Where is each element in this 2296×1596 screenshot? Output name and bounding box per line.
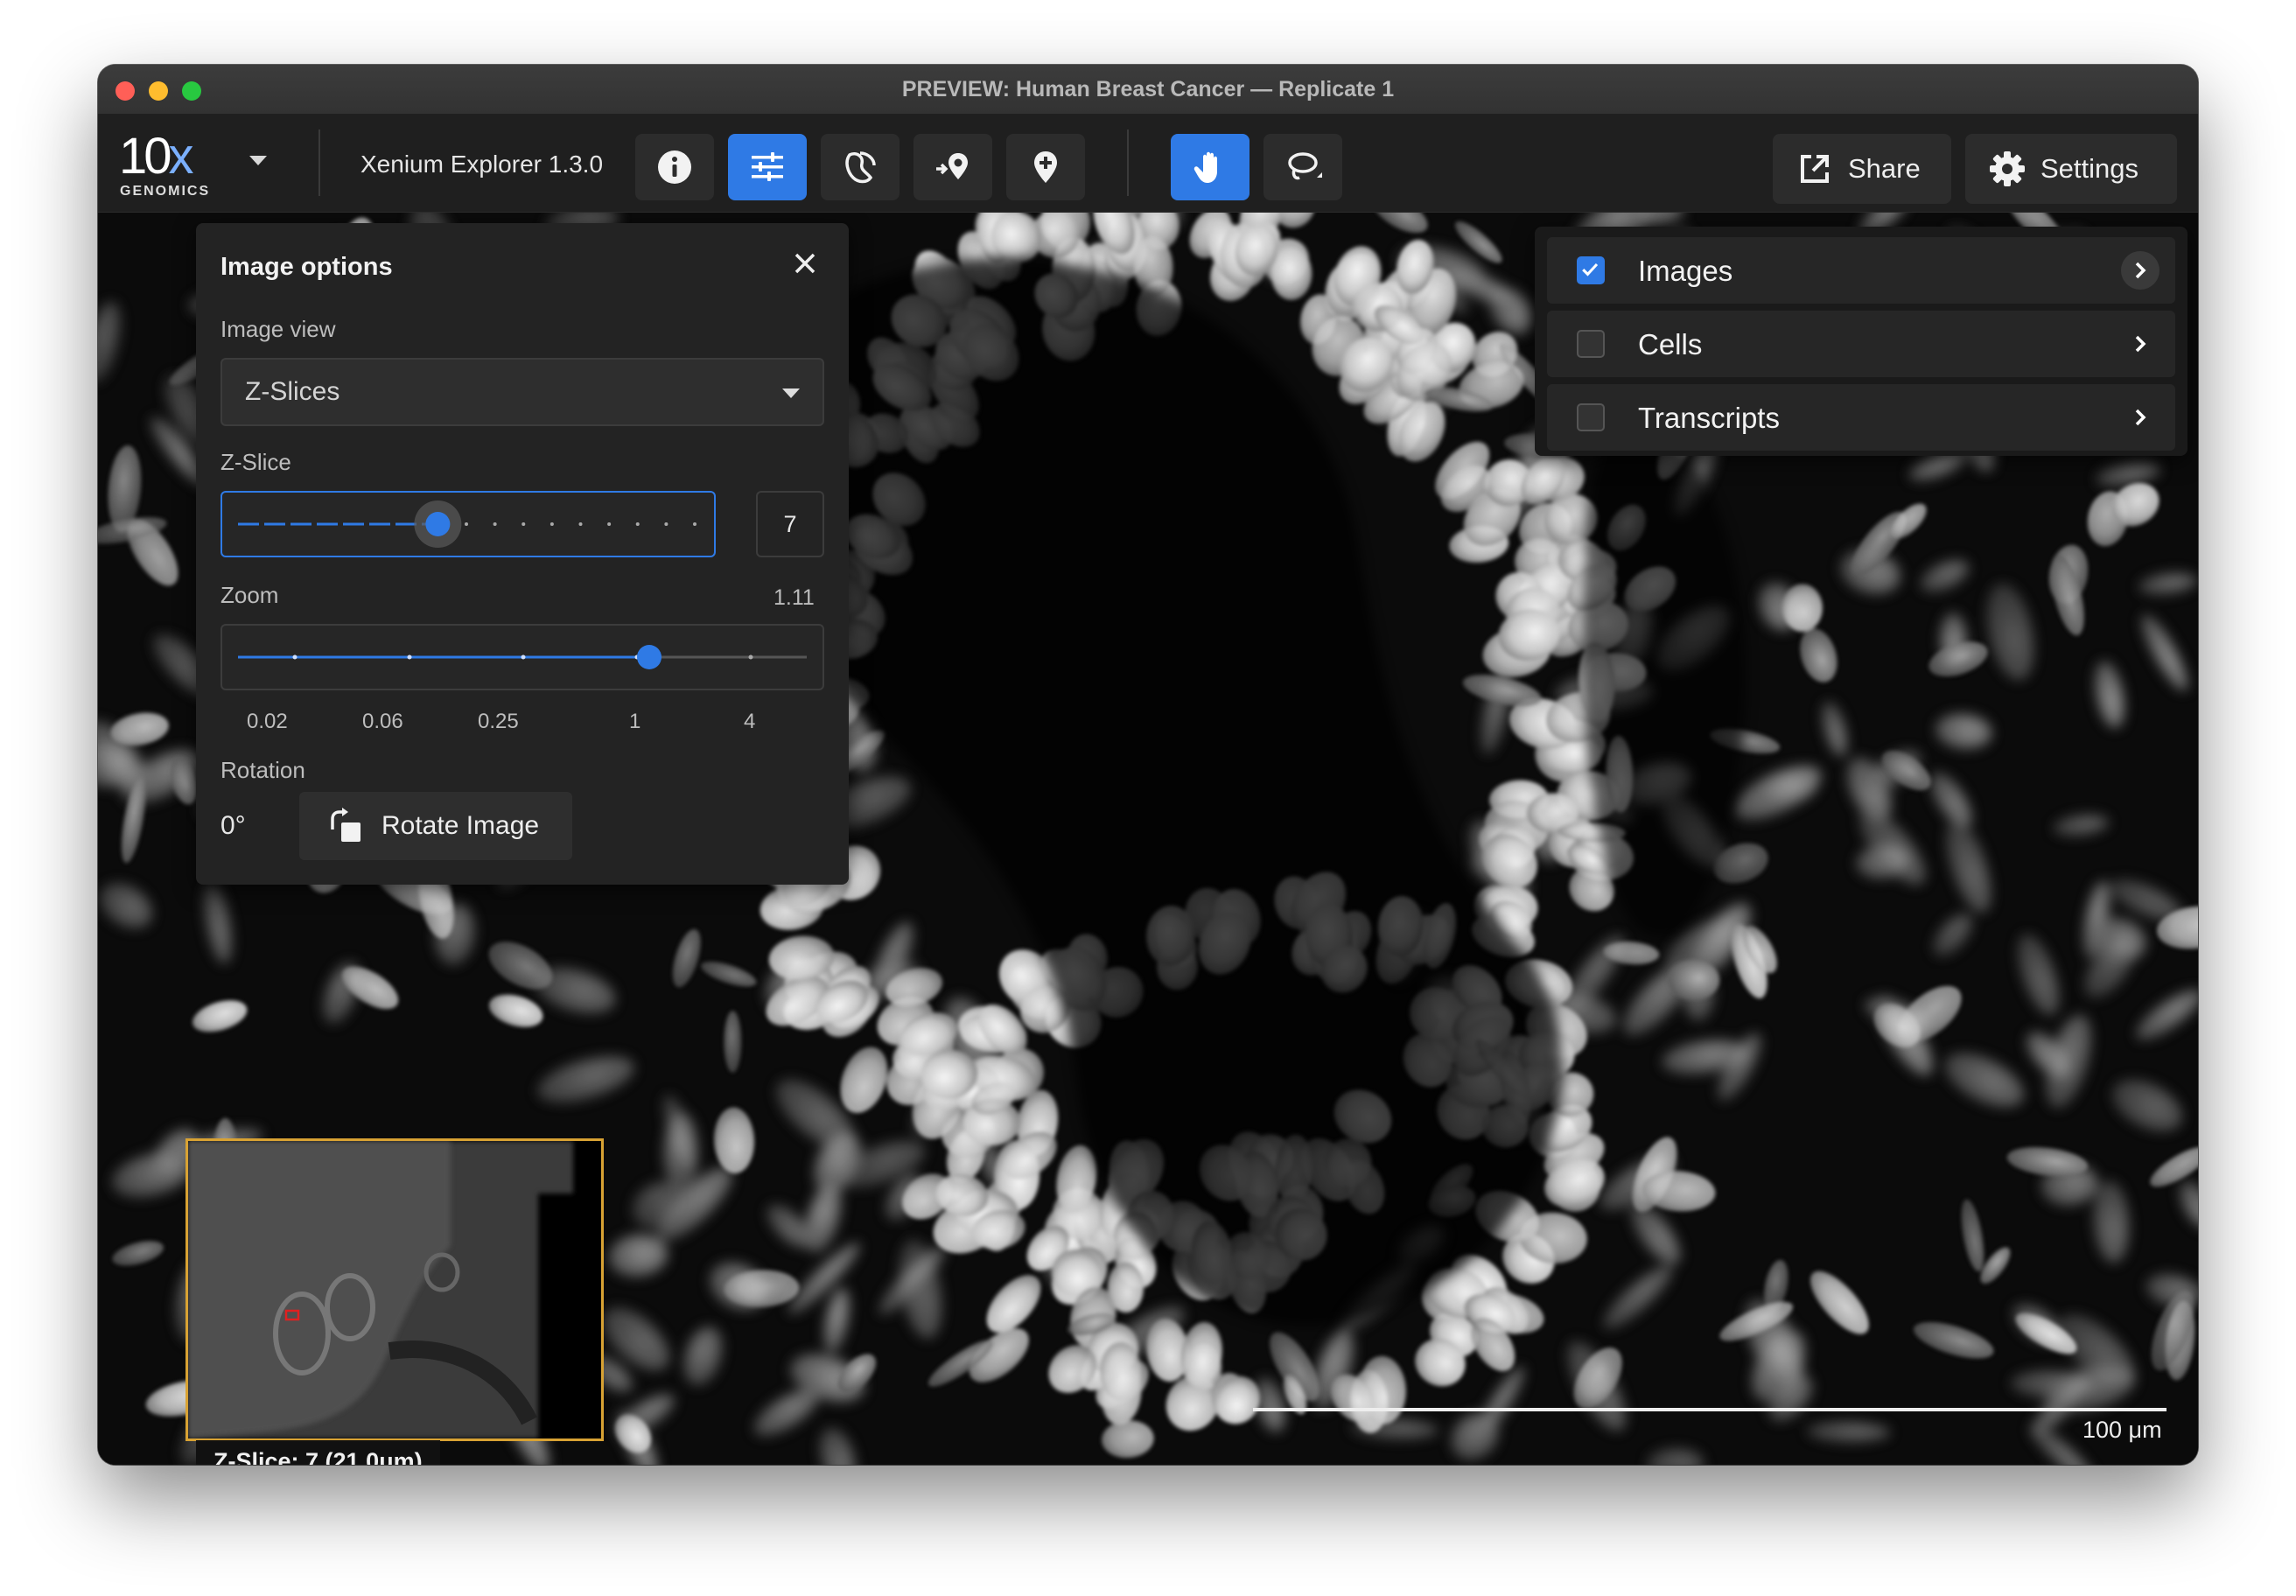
zoom-track <box>238 645 807 669</box>
image-options-button[interactable] <box>728 134 807 200</box>
toolbar: 10x GENOMICS Xenium Explorer 1.3.0 Share… <box>98 114 2198 213</box>
zslice-slider[interactable] <box>220 491 716 557</box>
image-view-value: Z-Slices <box>245 377 340 406</box>
layers-panel: Images Cells Transcripts <box>1535 227 2188 456</box>
chevron-right-icon[interactable] <box>2121 251 2160 290</box>
cell-segmentation-button[interactable] <box>821 134 900 200</box>
cell-segment-icon <box>845 151 876 184</box>
zoom-tick-label: 4 <box>744 710 756 733</box>
rotate-image-button[interactable]: Rotate Image <box>299 792 572 860</box>
chevron-right-glyph <box>2135 262 2146 279</box>
gear-icon <box>1990 151 2025 186</box>
add-pin-button[interactable] <box>1006 134 1085 200</box>
chevron-right-glyph <box>2135 409 2146 426</box>
zoom-tick-label: 0.06 <box>362 710 403 733</box>
zoom-thumb[interactable] <box>637 645 662 669</box>
zoom-label: Zoom <box>220 582 279 608</box>
scale-bar <box>1253 1408 2166 1411</box>
transcripts-checkbox[interactable] <box>1577 403 1605 431</box>
layer-label: Transcripts <box>1638 402 1780 434</box>
window-title: PREVIEW: Human Breast Cancer — Replicate… <box>901 77 1395 102</box>
image-view-label: Image view <box>220 316 336 342</box>
zslice-step-dot <box>493 522 497 526</box>
zslice-step-dot <box>550 522 554 526</box>
zoom-tick <box>292 654 298 660</box>
zslice-track <box>238 500 696 548</box>
nucleus <box>724 1011 742 1073</box>
layer-row-cells[interactable]: Cells <box>1547 311 2175 377</box>
images-checkbox[interactable] <box>1577 256 1605 284</box>
title-bar: PREVIEW: Human Breast Cancer — Replicate… <box>98 65 2198 115</box>
location-arrow-icon <box>936 153 968 179</box>
cells-checkbox[interactable] <box>1577 330 1605 358</box>
zoom-tick-label: 1 <box>629 710 641 733</box>
close-icon[interactable] <box>791 249 819 277</box>
logo-subtitle: GENOMICS <box>120 184 211 199</box>
zoom-tick-label: 0.25 <box>478 710 519 733</box>
lasso-icon <box>1288 152 1322 180</box>
zoom-tick <box>748 654 753 660</box>
hand-pan-icon <box>1194 151 1217 183</box>
rotate-icon <box>331 808 360 842</box>
zslice-step-dot <box>693 522 696 526</box>
zoom-value: 1.11 <box>774 585 815 610</box>
info-button[interactable] <box>635 134 714 200</box>
image-view-select[interactable]: Z-Slices <box>220 358 824 426</box>
zslice-value-field[interactable]: 7 <box>756 491 824 557</box>
zoom-tick <box>407 654 412 660</box>
minimap-zslice-label: Z-Slice: 7 (21.0μm) <box>196 1440 440 1465</box>
scale-bar-label: 100 μm <box>2082 1417 2162 1443</box>
zslice-step-dot <box>607 522 612 526</box>
settings-button[interactable]: Settings <box>1965 134 2177 204</box>
layer-label: Cells <box>1638 328 1703 360</box>
rotation-value: 0° <box>220 811 246 840</box>
info-icon <box>658 150 691 184</box>
zslice-steps <box>465 522 696 526</box>
layer-row-transcripts[interactable]: Transcripts <box>1547 384 2175 451</box>
locate-button[interactable] <box>914 134 992 200</box>
zslice-step-dot <box>522 522 526 526</box>
image-viewer[interactable]: Image options Image view Z-Slices Z-Slic… <box>98 213 2198 1465</box>
minimap[interactable] <box>186 1138 604 1441</box>
10x-genomics-logo[interactable]: 10x GENOMICS <box>119 130 215 200</box>
zoom-tick <box>521 654 526 660</box>
zslice-step-dot <box>465 522 468 526</box>
minimap-overview <box>188 1141 601 1438</box>
logo-number: 10 <box>119 128 172 185</box>
chevron-down-icon <box>782 388 800 398</box>
pan-tool-button[interactable] <box>1171 134 1250 200</box>
chevron-right-glyph <box>2135 335 2146 353</box>
nucleus <box>1782 584 1823 632</box>
zslice-label: Z-Slice <box>220 449 291 475</box>
rotation-label: Rotation <box>220 757 305 783</box>
zslice-step-dot <box>578 522 583 526</box>
chevron-right-icon[interactable] <box>2121 325 2160 363</box>
zslice-step-dot <box>635 522 640 526</box>
toolbar-divider <box>1127 130 1129 196</box>
app-version: Xenium Explorer 1.3.0 <box>360 150 604 178</box>
check-icon <box>1582 262 1599 276</box>
chevron-down-icon[interactable] <box>249 156 267 165</box>
zslice-thumb[interactable] <box>425 512 451 536</box>
app-window: PREVIEW: Human Breast Cancer — Replicate… <box>98 65 2198 1465</box>
layer-label: Images <box>1638 255 1733 287</box>
zslice-step-dot <box>664 522 668 526</box>
zoom-tick-label: 0.02 <box>247 710 288 733</box>
rotate-image-label: Rotate Image <box>382 811 540 840</box>
toolbar-divider <box>318 130 320 196</box>
logo-mark: 10x <box>119 128 194 185</box>
panel-title: Image options <box>220 253 393 281</box>
share-label: Share <box>1848 153 1921 184</box>
sliders-icon <box>752 152 783 181</box>
settings-label: Settings <box>2040 153 2139 184</box>
image-options-panel: Image options Image view Z-Slices Z-Slic… <box>196 223 849 885</box>
zoom-slider[interactable] <box>220 624 824 690</box>
share-icon <box>1801 155 1829 183</box>
logo-x: x <box>168 128 194 185</box>
add-pin-icon <box>1034 151 1057 183</box>
chevron-right-icon[interactable] <box>2121 398 2160 437</box>
lasso-tool-button[interactable] <box>1264 134 1342 200</box>
share-button[interactable]: Share <box>1773 134 1951 204</box>
layer-row-images[interactable]: Images <box>1547 237 2175 304</box>
